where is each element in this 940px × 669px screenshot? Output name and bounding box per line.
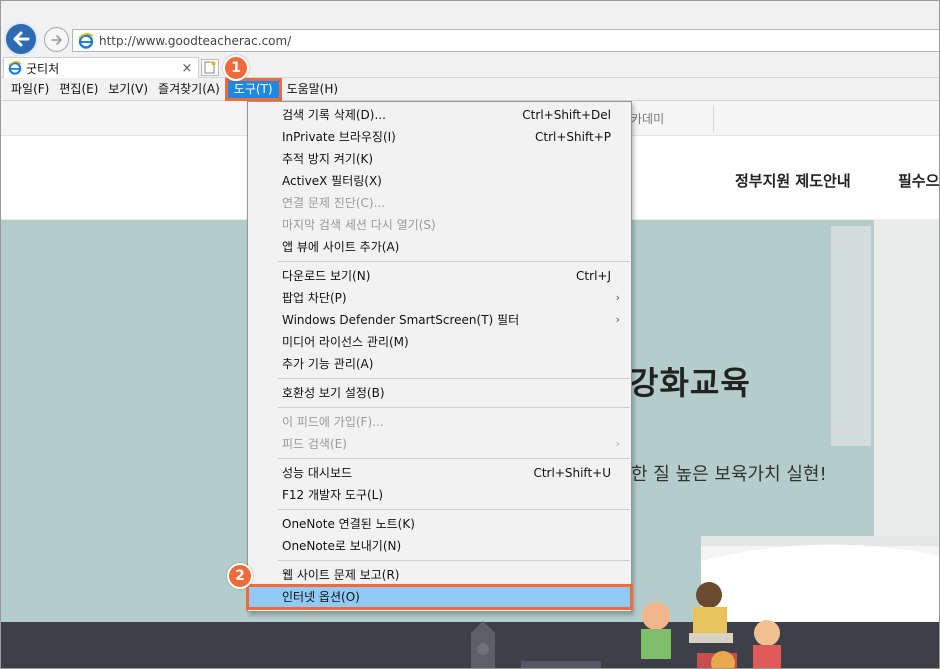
menu-item-shortcut: Ctrl+Shift+Del bbox=[522, 108, 611, 122]
menu-edit[interactable]: 편집(E) bbox=[54, 78, 103, 101]
menu-item-label: F12 개발자 도구(L) bbox=[282, 488, 384, 502]
menu-separator bbox=[278, 458, 630, 459]
menu-item-label: 팝업 차단(P) bbox=[282, 291, 347, 305]
tools-menu-item[interactable]: ActiveX 필터링(X) bbox=[248, 170, 631, 192]
menu-item-label: Windows Defender SmartScreen(T) 필터 bbox=[282, 313, 520, 327]
menu-item-shortcut: Ctrl+Shift+P bbox=[535, 130, 611, 144]
new-tab-button[interactable] bbox=[201, 59, 219, 76]
tools-dropdown-menu: 검색 기록 삭제(D)... Ctrl+Shift+Del InPrivate 브라… bbox=[246, 101, 633, 612]
menu-item-label: 웹 사이트 문제 보고(R) bbox=[282, 568, 400, 582]
tools-menu-item[interactable]: OneNote 연결된 노트(K) bbox=[248, 513, 631, 535]
tools-menu-item: 마지막 검색 세션 다시 열기(S) bbox=[248, 214, 631, 236]
menu-item-label: 호환성 보기 설정(B) bbox=[282, 386, 385, 400]
nav-link-required[interactable]: 필수으 bbox=[898, 170, 939, 191]
topbar-divider bbox=[713, 105, 714, 132]
menu-item-label: 성능 대시보드 bbox=[282, 466, 353, 480]
tools-menu-item[interactable]: F12 개발자 도구(L) bbox=[248, 484, 631, 506]
tools-menu-item[interactable]: 호환성 보기 설정(B) bbox=[248, 382, 631, 404]
menu-item-label: 다운로드 보기(N) bbox=[282, 269, 371, 283]
tools-menu-item[interactable]: 웹 사이트 문제 보고(R) bbox=[248, 564, 631, 586]
tools-menu-item: 피드 검색(E) › bbox=[248, 433, 631, 455]
menu-item-label: OneNote로 보내기(N) bbox=[282, 539, 402, 553]
submenu-arrow-icon: › bbox=[615, 313, 620, 326]
menu-tools[interactable]: 도구(T) bbox=[224, 77, 282, 101]
menu-item-label: 연결 문제 진단(C)... bbox=[282, 196, 386, 210]
menu-item-label: 피드 검색(E) bbox=[282, 437, 347, 451]
tab-close-icon[interactable]: × bbox=[179, 61, 195, 76]
tools-menu-item[interactable]: 추가 기능 관리(A) bbox=[248, 353, 631, 375]
menu-item-internet-options[interactable]: 인터넷 옵션(O) bbox=[246, 584, 633, 610]
forward-button[interactable] bbox=[44, 27, 69, 52]
back-arrow-icon bbox=[13, 31, 30, 47]
tools-menu-item[interactable]: Windows Defender SmartScreen(T) 필터 › bbox=[248, 309, 631, 331]
topbar-link-academy[interactable]: 카데미 bbox=[631, 110, 664, 127]
url-bar[interactable]: http://www.goodteacherac.com/ bbox=[72, 29, 939, 52]
menu-item-label: 추적 방지 켜기(K) bbox=[282, 152, 374, 166]
tab-strip: 굿티처 × bbox=[1, 57, 939, 78]
nav-link-gov-support[interactable]: 정부지원 제도안내 bbox=[735, 170, 851, 191]
menu-item-label: 추가 기능 관리(A) bbox=[282, 357, 374, 371]
menu-item-label: InPrivate 브라우징(I) bbox=[282, 130, 396, 144]
forward-arrow-icon bbox=[50, 34, 62, 45]
menu-separator bbox=[278, 407, 630, 408]
menu-item-label: OneNote 연결된 노트(K) bbox=[282, 517, 415, 531]
tools-menu-item: 이 피드에 가입(F)... bbox=[248, 411, 631, 433]
menu-separator bbox=[278, 261, 630, 262]
tab-goodteacher[interactable]: 굿티처 × bbox=[3, 57, 199, 78]
callout-step-2: 2 bbox=[227, 563, 253, 589]
menu-item-label: 이 피드에 가입(F)... bbox=[282, 415, 384, 429]
menu-item-shortcut: Ctrl+Shift+U bbox=[533, 466, 611, 480]
menu-item-label: 인터넷 옵션(O) bbox=[282, 590, 360, 604]
menu-view[interactable]: 보기(V) bbox=[103, 78, 153, 101]
tools-menu-item[interactable]: 팝업 차단(P) › bbox=[248, 287, 631, 309]
menu-help[interactable]: 도움말(H) bbox=[282, 78, 344, 101]
menu-favorites[interactable]: 즐겨찾기(A) bbox=[153, 78, 225, 101]
menu-separator bbox=[278, 378, 630, 379]
tools-menu-item[interactable]: 검색 기록 삭제(D)... Ctrl+Shift+Del bbox=[248, 104, 631, 126]
submenu-arrow-icon: › bbox=[615, 291, 620, 304]
menu-item-label: 미디어 라이선스 관리(M) bbox=[282, 335, 409, 349]
url-text: http://www.goodteacherac.com/ bbox=[99, 33, 292, 48]
tools-menu-item[interactable]: OneNote로 보내기(N) bbox=[248, 535, 631, 557]
menu-item-label: 앱 뷰에 사이트 추가(A) bbox=[282, 240, 400, 254]
tools-menu-item[interactable]: 앱 뷰에 사이트 추가(A) bbox=[248, 236, 631, 258]
menu-separator bbox=[278, 509, 630, 510]
hero-window-decoration bbox=[831, 226, 871, 446]
tools-menu-item[interactable]: 성능 대시보드 Ctrl+Shift+U bbox=[248, 462, 631, 484]
menu-item-label: 마지막 검색 세션 다시 열기(S) bbox=[282, 218, 436, 232]
ie-logo-icon bbox=[78, 32, 94, 49]
back-button[interactable] bbox=[4, 22, 38, 56]
menu-item-shortcut: Ctrl+J bbox=[576, 269, 611, 283]
hero-title: 강화교육 bbox=[629, 364, 751, 402]
tools-menu-item[interactable]: 미디어 라이선스 관리(M) bbox=[248, 331, 631, 353]
tab-favicon-icon bbox=[8, 61, 22, 75]
menu-bar: 파일(F) 편집(E) 보기(V) 즐겨찾기(A) 도구(T) 도움말(H) bbox=[1, 77, 939, 101]
tools-menu-item[interactable]: 추적 방지 켜기(K) bbox=[248, 148, 631, 170]
menu-separator bbox=[278, 560, 630, 561]
address-toolbar: http://www.goodteacherac.com/ bbox=[1, 1, 939, 57]
menu-item-label: 검색 기록 삭제(D)... bbox=[282, 108, 386, 122]
tab-title: 굿티처 bbox=[26, 61, 60, 76]
menu-item-label: ActiveX 필터링(X) bbox=[282, 174, 382, 188]
submenu-arrow-icon: › bbox=[615, 437, 620, 450]
tools-menu-item[interactable]: 다운로드 보기(N) Ctrl+J bbox=[248, 265, 631, 287]
browser-window: 카데미 정부지원 제도안내 필수으 강화교육 한 질 높은 보육가치 실현! h… bbox=[0, 0, 940, 669]
tools-menu-item: 연결 문제 진단(C)... bbox=[248, 192, 631, 214]
tools-menu-item[interactable]: InPrivate 브라우징(I) Ctrl+Shift+P bbox=[248, 126, 631, 148]
hero-subtitle: 한 질 높은 보육가치 실현! bbox=[631, 464, 827, 485]
callout-step-1: 1 bbox=[223, 55, 249, 81]
menu-file[interactable]: 파일(F) bbox=[6, 78, 54, 101]
new-tab-icon bbox=[204, 61, 216, 74]
